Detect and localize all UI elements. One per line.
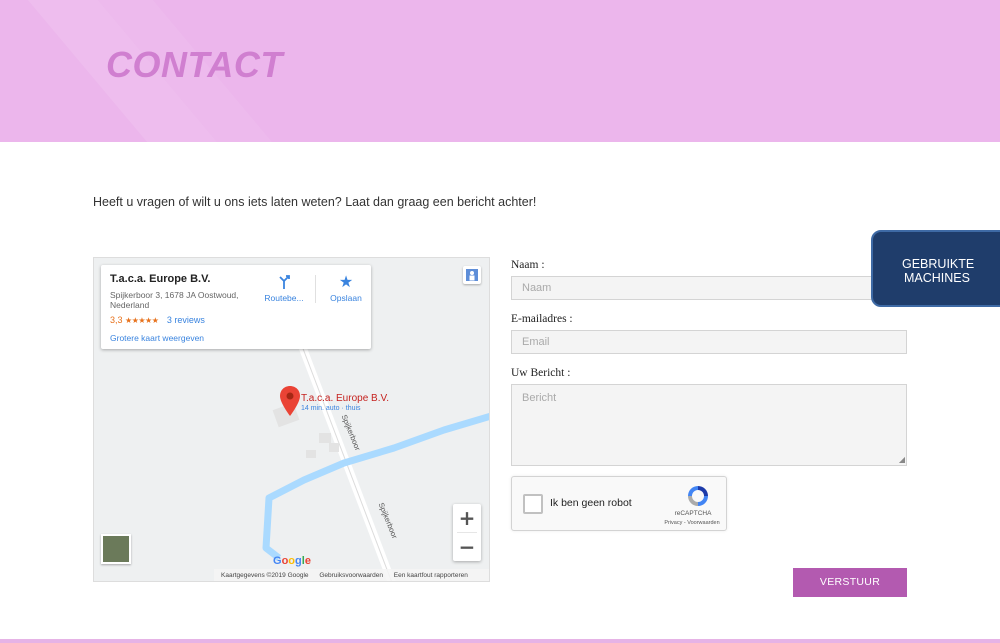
recaptcha-brand: reCAPTCHA (674, 510, 712, 517)
recaptcha-text: Ik ben geen robot (550, 497, 632, 509)
page-header: CONTACT (0, 0, 1000, 142)
google-map[interactable]: T.a.c.a. Europe B.V. Spijkerboor 3, 1678… (93, 257, 490, 582)
map-terms-link[interactable]: Gebruiksvoorwaarden (319, 572, 383, 579)
star-icon: ★ (338, 274, 354, 291)
satellite-toggle[interactable] (101, 534, 131, 564)
rating-stars-icon: ★★★★★ (125, 316, 159, 325)
save-place-button[interactable]: ★ Opslaan (321, 273, 371, 303)
recaptcha-logo-icon (686, 484, 710, 513)
google-logo: Google (273, 555, 311, 567)
save-label: Opslaan (330, 293, 362, 303)
tab-line: MACHINES (904, 271, 970, 285)
logo-letter: e (304, 555, 311, 567)
zoom-controls: + − (453, 504, 481, 561)
street-view-pegman-icon[interactable] (463, 266, 481, 284)
place-card: T.a.c.a. Europe B.V. Spijkerboor 3, 1678… (101, 265, 371, 349)
name-field[interactable]: Naam (511, 276, 907, 300)
email-label: E-mailadres : (511, 313, 573, 325)
place-address: Spijkerboor 3, 1678 JA Oostwoud, Nederla… (110, 290, 239, 310)
resize-handle-icon[interactable]: ◢ (899, 455, 905, 464)
rating-value: 3,3 (110, 315, 123, 325)
bigger-map-link[interactable]: Grotere kaart weergeven (110, 333, 362, 343)
place-rating: 3,3 ★★★★★ 3 reviews (110, 315, 362, 325)
map-footer: Kaartgegevens ©2019 Google Gebruiksvoorw… (214, 569, 489, 581)
message-label: Uw Bericht : (511, 367, 571, 379)
page-title: CONTACT (106, 44, 283, 85)
directions-button[interactable]: Routebe... (259, 273, 309, 303)
name-label: Naam : (511, 259, 545, 271)
card-divider (315, 275, 316, 303)
logo-letter: G (273, 555, 282, 567)
logo-letter: g (295, 555, 302, 567)
map-data-credit: Kaartgegevens ©2019 Google (221, 572, 309, 579)
tab-line: GEBRUIKTE (902, 257, 975, 271)
reviews-link[interactable]: 3 reviews (167, 315, 205, 325)
used-machines-tab[interactable]: GEBRUIKTE MACHINES (871, 230, 1000, 307)
zoom-out-button[interactable]: − (453, 533, 481, 561)
recaptcha-widget: Ik ben geen robot reCAPTCHA Privacy - Vo… (511, 476, 727, 531)
submit-button[interactable]: VERSTUUR (793, 568, 907, 597)
email-field[interactable]: Email (511, 330, 907, 354)
message-field[interactable]: Bericht ◢ (511, 384, 907, 466)
recaptcha-links[interactable]: Privacy - Voorwaarden (652, 520, 732, 526)
recaptcha-checkbox[interactable] (523, 494, 543, 514)
directions-icon (259, 273, 309, 293)
intro-text: Heeft u vragen of wilt u ons iets laten … (93, 195, 537, 209)
marker-label: T.a.c.a. Europe B.V. (301, 393, 390, 404)
directions-label: Routebe... (264, 293, 304, 303)
marker-sublabel: 14 min. auto · thuis (301, 405, 361, 412)
map-marker-icon[interactable] (280, 386, 300, 421)
zoom-in-button[interactable]: + (453, 504, 481, 532)
footer-band (0, 639, 1000, 643)
map-report-link[interactable]: Een kaartfout rapporteren (394, 572, 468, 579)
message-placeholder: Bericht (522, 392, 557, 404)
